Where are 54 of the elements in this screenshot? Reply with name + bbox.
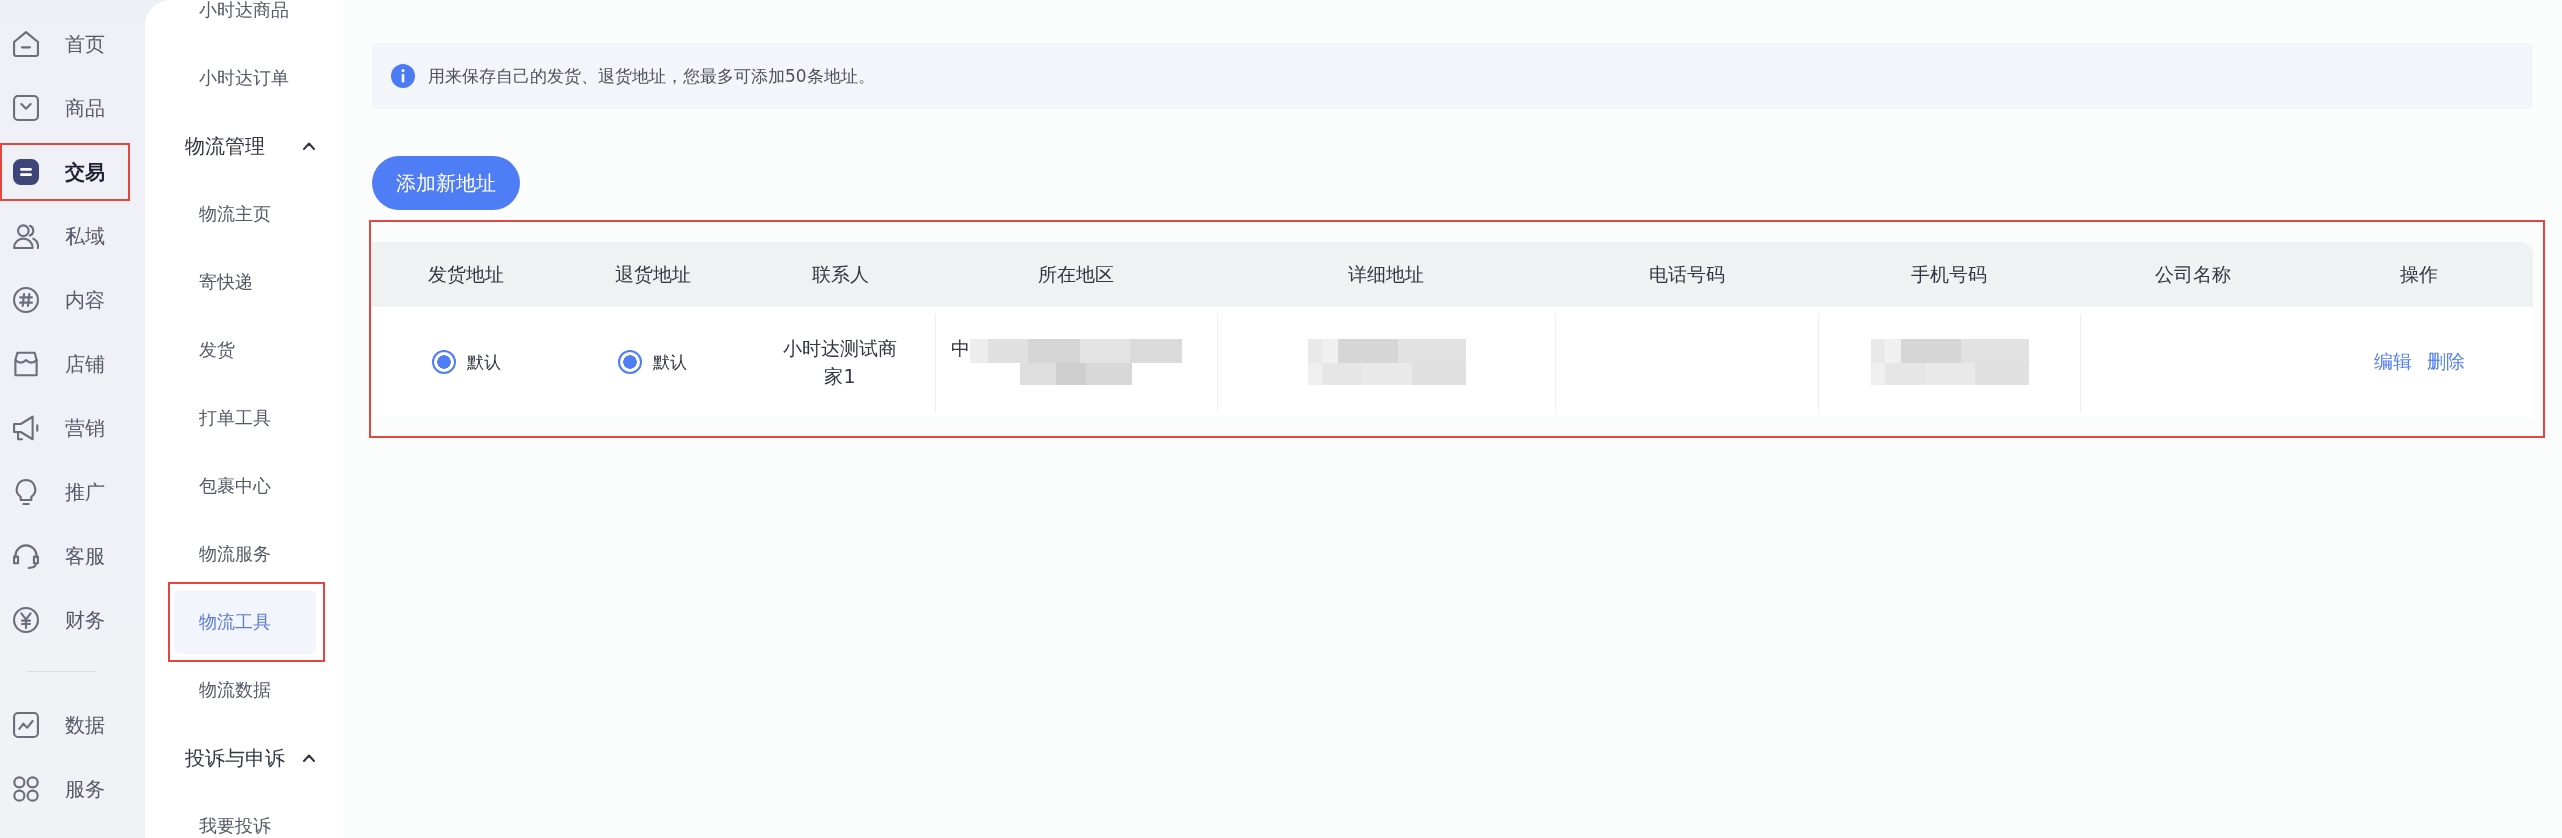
column-header: 退货地址 [613,261,692,287]
subnav-item[interactable]: 小时达商品 [174,0,316,42]
nav-item[interactable]: 商品 [0,79,130,137]
subnav-item[interactable]: 包裹中心 [174,454,316,518]
nav-item[interactable]: 私域 [0,207,130,265]
subnav-item[interactable]: 寄快递 [174,250,316,314]
subnav-item[interactable]: 我要投诉 [174,794,316,838]
radio-option[interactable]: 默认 [431,350,501,374]
square-chevron-icon [13,95,39,121]
subnav-group[interactable]: 物流管理 [185,132,315,160]
nav-item[interactable]: 推广 [0,463,130,521]
add-address-button[interactable]: 添加新地址 [372,156,520,210]
subnav-item[interactable]: 物流工具 [174,590,316,654]
house-icon [13,31,39,57]
column-header: 电话号码 [1647,261,1726,287]
column-header: 发货地址 [427,261,505,287]
radio-option[interactable]: 默认 [618,350,687,374]
nav-item[interactable]: 服务 [0,760,130,818]
subnav-item[interactable]: 小时达订单 [174,46,316,110]
chart-icon [13,712,39,738]
subnav-item[interactable]: 打单工具 [174,386,316,450]
nav-item[interactable]: 交易 [0,143,130,201]
subnav-item[interactable]: 物流主页 [174,182,316,246]
notice-text: 用来保存自己的发货、退货地址，您最多可添加50条地址。 [428,64,875,88]
nav-item[interactable]: 店铺 [0,335,130,393]
four-circles-icon [13,776,39,802]
action-link[interactable]: 删除 [2426,349,2465,375]
table-cell: 中 [951,336,970,359]
subnav-item[interactable]: 发货 [174,318,316,382]
column-header: 公司名称 [2153,261,2232,287]
nav-item[interactable]: 营销 [0,399,130,457]
subnav-item[interactable]: 物流服务 [174,522,316,586]
people-icon [13,223,39,249]
nav-item[interactable]: 数据 [0,696,130,754]
subnav-group[interactable]: 投诉与申诉 [185,744,315,772]
hash-icon [13,287,39,313]
column-header: 手机号码 [1910,261,1988,287]
column-header: 联系人 [810,261,870,287]
action-link[interactable]: 编辑 [2373,349,2412,375]
column-header: 操作 [2399,261,2439,287]
table-cell-text: 小时达测试商家1 [782,336,898,389]
yen-icon [13,607,39,633]
column-header: 所在地区 [1037,261,1115,287]
column-header: 详细地址 [1347,261,1425,287]
megaphone-icon [13,415,39,441]
nav-item[interactable]: 首页 [0,15,130,73]
nav-item[interactable]: 内容 [0,271,130,329]
nav-item[interactable]: 客服 [0,527,130,585]
subnav-item[interactable]: 物流数据 [174,658,316,722]
headset-icon [13,543,39,569]
info-icon [391,64,415,88]
store-icon [13,351,39,377]
lightbulb-icon [13,479,39,505]
nav-item[interactable]: 财务 [0,591,130,649]
